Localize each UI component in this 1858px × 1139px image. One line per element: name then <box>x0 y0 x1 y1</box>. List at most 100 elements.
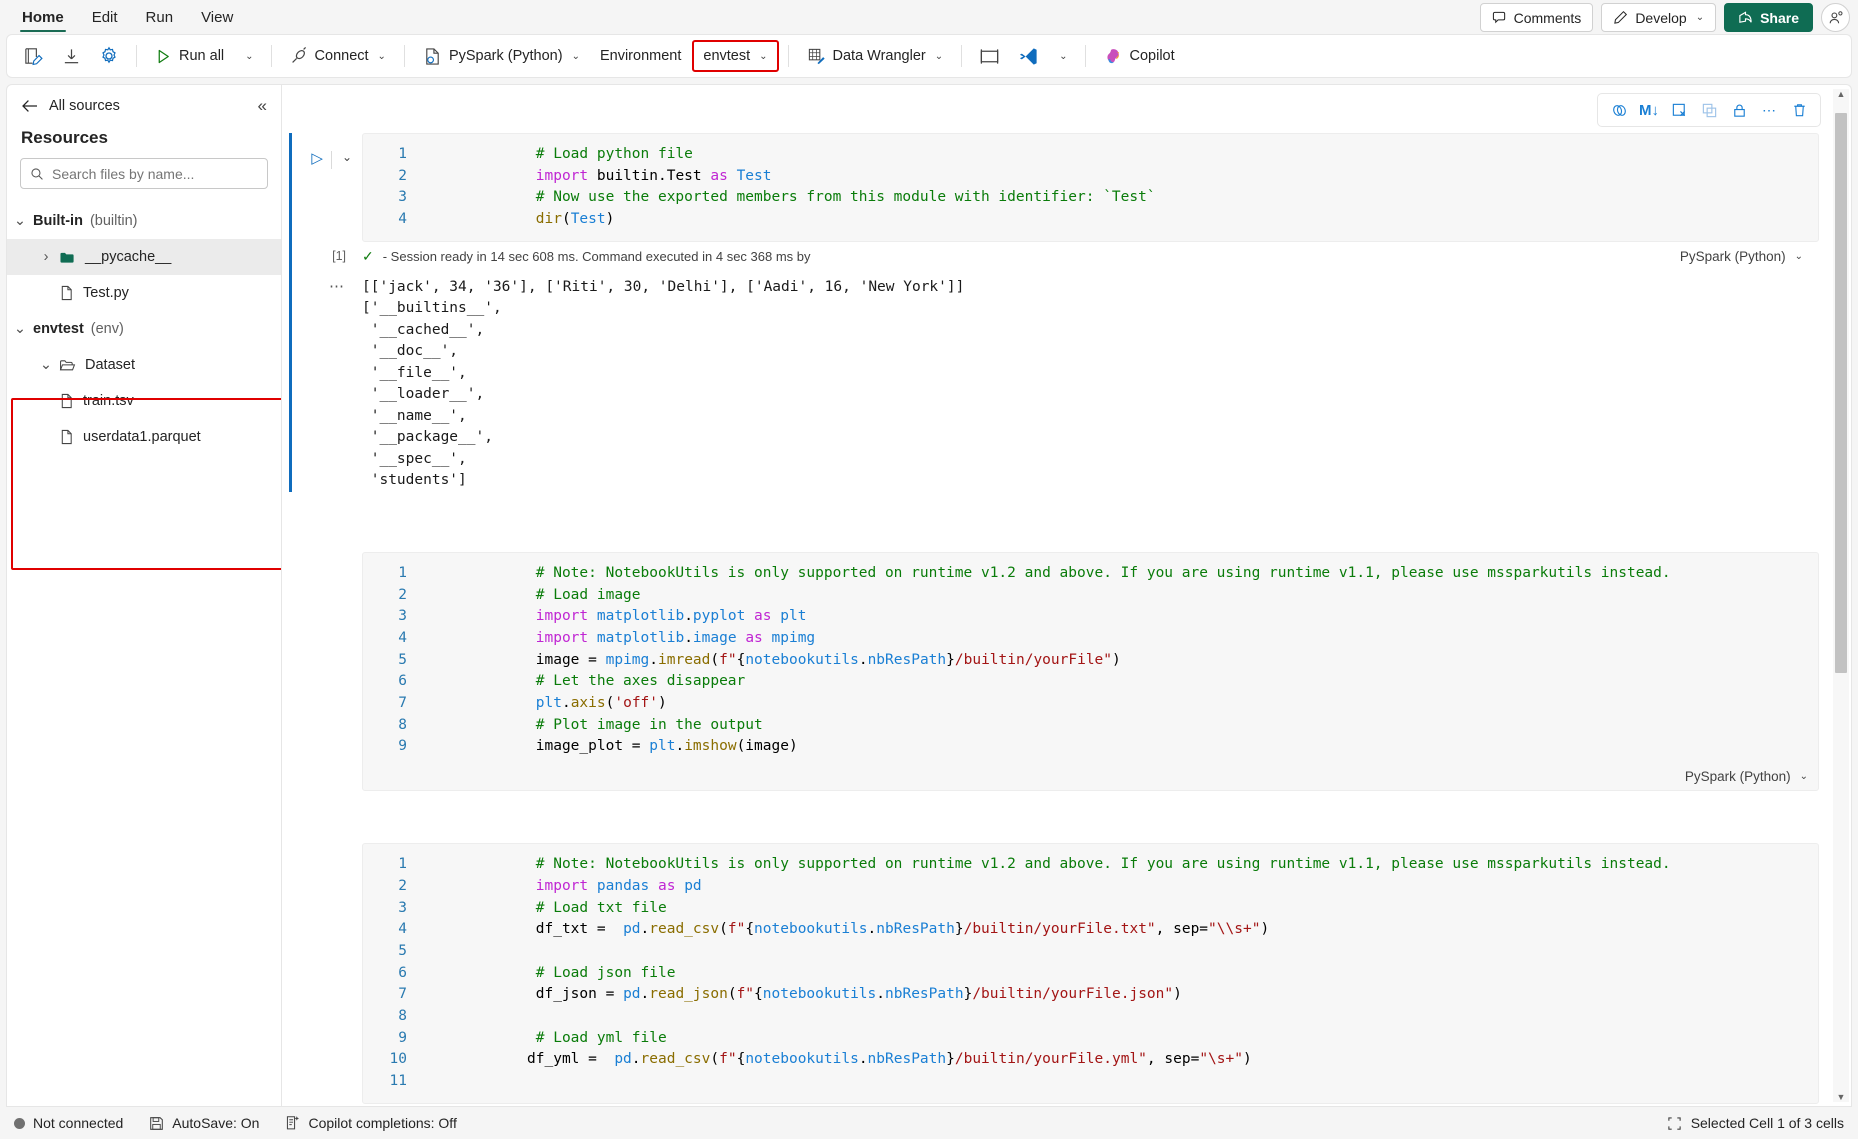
tab-run[interactable]: Run <box>132 0 188 34</box>
clear-output-icon[interactable] <box>1665 96 1693 124</box>
comment-icon <box>1492 10 1507 25</box>
markdown-icon[interactable]: M↓ <box>1635 96 1663 124</box>
person-add-icon <box>1828 10 1844 26</box>
tab-view[interactable]: View <box>187 0 247 34</box>
develop-button[interactable]: Develop ⌄ <box>1601 3 1717 32</box>
environment-button[interactable]: Environment <box>591 40 690 72</box>
run-all-button[interactable]: Run all <box>146 40 233 72</box>
settings-icon-button[interactable] <box>91 40 127 72</box>
chevron-down-icon: ⌄ <box>934 50 944 62</box>
resources-sidebar: All sources « Resources ⌄ Built-in (buil… <box>6 84 282 1107</box>
sidebar-item-userdata1-parquet[interactable]: userdata1.parquet <box>7 419 281 455</box>
search-input[interactable] <box>52 165 258 182</box>
selected-cell-label: Selected Cell 1 of 3 cells <box>1690 1115 1844 1131</box>
divider <box>270 45 272 67</box>
python-file-icon <box>423 47 442 66</box>
cell-1-status-row: [1] ✓ - Session ready in 14 sec 608 ms. … <box>282 242 1851 271</box>
divider <box>403 45 405 67</box>
vscode-dropdown[interactable]: ⌄ <box>1049 40 1075 72</box>
run-all-dropdown[interactable]: ⌄ <box>235 40 261 72</box>
chevron-down-icon: ⌄ <box>1794 250 1803 262</box>
notebook-cell-2[interactable]: 1 # Note: NotebookUtils is only supporte… <box>282 551 1851 792</box>
envtest-selector-button[interactable]: envtest ⌄ <box>692 40 779 72</box>
edit-notebook-icon-button[interactable] <box>15 40 52 72</box>
sidebar-group-envtest[interactable]: ⌄ envtest (env) <box>7 311 281 347</box>
collapse-sidebar-button[interactable]: « <box>258 97 267 114</box>
cell-1-output-text: [['jack', 34, '36'], ['Riti', 30, 'Delhi… <box>362 278 965 489</box>
connect-button[interactable]: Connect ⌄ <box>281 40 395 72</box>
lock-icon[interactable] <box>1725 96 1753 124</box>
cell-2-editor[interactable]: 1 # Note: NotebookUtils is only supporte… <box>362 551 1819 792</box>
layout-view-button[interactable] <box>971 40 1008 72</box>
cell-1-execution-count: [1] <box>332 249 346 264</box>
notebook-scroll-region: ▷ ⌄ 1 # Load python file 2 import builti… <box>282 85 1851 1106</box>
data-wrangler-icon <box>807 47 826 66</box>
cell-1-language-selector[interactable]: PySpark (Python) ⌄ <box>1680 249 1803 264</box>
run-cell-icon[interactable]: ▷ <box>311 149 323 167</box>
notebook-cell-1[interactable]: ▷ ⌄ 1 # Load python file 2 import builti… <box>282 133 1851 492</box>
tab-home[interactable]: Home <box>8 0 78 34</box>
user-avatar-button[interactable] <box>1821 3 1850 32</box>
connection-status[interactable]: Not connected <box>14 1115 123 1131</box>
search-files-box[interactable] <box>20 158 268 189</box>
chevron-down-icon: ⌄ <box>39 357 53 373</box>
cell-1-editor[interactable]: 1 # Load python file 2 import builtin.Te… <box>362 133 1819 242</box>
tab-edit-label: Edit <box>91 8 118 26</box>
sidebar-item-test-py[interactable]: Test.py <box>7 275 281 311</box>
language-label: PySpark (Python) <box>448 48 563 64</box>
selection-icon <box>1667 1116 1682 1131</box>
notebook-cell-3[interactable]: 1 # Note: NotebookUtils is only supporte… <box>282 843 1851 1104</box>
file-icon <box>59 393 74 409</box>
cell-1-output: ⋯ [['jack', 34, '36'], ['Riti', 30, 'Del… <box>282 271 1851 492</box>
cell-3-gutter <box>282 843 362 1104</box>
language-selector-button[interactable]: PySpark (Python) ⌄ <box>414 40 589 72</box>
cell-1-status-text: - Session ready in 14 sec 608 ms. Comman… <box>382 248 811 264</box>
connect-label: Connect <box>314 48 369 64</box>
chevron-down-icon: ⌄ <box>13 321 27 337</box>
sidebar-group-builtin[interactable]: ⌄ Built-in (builtin) <box>7 203 281 239</box>
tab-run-label: Run <box>145 8 174 26</box>
delete-icon[interactable] <box>1785 96 1813 124</box>
share-label: Share <box>1760 9 1799 26</box>
scroll-down-arrow-icon[interactable]: ▼ <box>1833 1092 1849 1102</box>
cell-2-code: 1 # Note: NotebookUtils is only supporte… <box>398 564 1671 755</box>
sidebar-item-train-tsv[interactable]: train.tsv <box>7 383 281 419</box>
data-wrangler-button[interactable]: Data Wrangler ⌄ <box>798 40 953 72</box>
copilot-button[interactable]: Copilot <box>1095 40 1184 72</box>
ribbon-right-actions: Comments Develop ⌄ Share <box>1479 3 1850 32</box>
divider <box>136 45 137 67</box>
output-more-icon[interactable]: ⋯ <box>282 277 362 492</box>
chevron-down-icon: ⌄ <box>1695 12 1705 23</box>
arrow-left-icon <box>21 98 39 114</box>
copilot-cell-icon[interactable] <box>1605 96 1633 124</box>
connection-status-label: Not connected <box>33 1115 124 1131</box>
sidebar-item-pycache[interactable]: › __pycache__ <box>7 239 281 275</box>
ribbon-tabs: Home Edit Run View <box>8 0 247 34</box>
cell-2-gutter <box>282 552 362 791</box>
notebook-vertical-scrollbar[interactable]: ▲ ▼ <box>1833 89 1849 1102</box>
download-icon <box>62 47 81 66</box>
all-sources-back-button[interactable]: All sources <box>21 98 120 114</box>
copilot-completions-label: Copilot completions: Off <box>308 1115 457 1131</box>
tab-edit[interactable]: Edit <box>78 0 132 34</box>
chevron-down-icon[interactable]: ⌄ <box>342 150 352 164</box>
vscode-button[interactable] <box>1010 40 1047 72</box>
all-sources-label: All sources <box>49 97 120 114</box>
sidebar-item-dataset[interactable]: ⌄ Dataset <box>7 347 281 383</box>
cell-2-language-selector[interactable]: PySpark (Python) ⌄ <box>1685 769 1808 784</box>
cell-1-code: 1 # Load python file 2 import builtin.Te… <box>398 146 1156 228</box>
autosave-label: AutoSave: On <box>172 1115 260 1131</box>
data-wrangler-label: Data Wrangler <box>832 48 926 64</box>
save-download-icon-button[interactable] <box>54 40 89 72</box>
comments-button[interactable]: Comments <box>1479 3 1594 32</box>
scroll-up-arrow-icon[interactable]: ▲ <box>1833 89 1849 99</box>
duplicate-icon[interactable] <box>1695 96 1723 124</box>
autosave-status[interactable]: AutoSave: On <box>149 1115 259 1131</box>
chevron-down-icon: ⌄ <box>377 50 386 62</box>
share-button[interactable]: Share <box>1724 3 1813 32</box>
copilot-completions-status[interactable]: Copilot completions: Off <box>285 1115 457 1131</box>
scrollbar-thumb[interactable] <box>1835 113 1847 673</box>
more-icon[interactable]: ⋯ <box>1755 96 1783 124</box>
cell-3-editor[interactable]: 1 # Note: NotebookUtils is only supporte… <box>362 843 1819 1104</box>
tab-home-label: Home <box>22 8 64 26</box>
